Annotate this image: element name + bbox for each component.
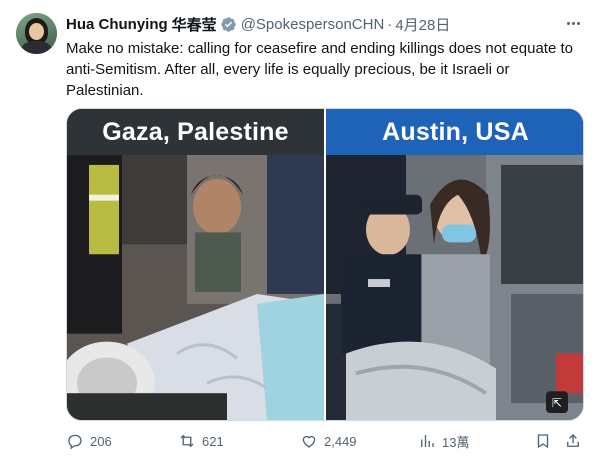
views-chart-icon — [421, 435, 434, 447]
tweet-header: Hua Chunying 华春莹 @SpokespersonCHN · 4月28… — [66, 14, 450, 34]
tweet-media[interactable]: Gaza, Palestine Austin, USA ⇱ — [66, 108, 584, 421]
media-divider-overlay — [324, 109, 326, 420]
author-handle[interactable]: @SpokespersonCHN — [241, 16, 385, 33]
views-count: 13萬 — [442, 434, 470, 450]
avatar-body — [21, 41, 52, 54]
tweet-card[interactable]: Hua Chunying 华春莹 @SpokespersonCHN · 4月28… — [0, 0, 600, 460]
verified-badge-icon[interactable] — [220, 16, 237, 33]
bookmark-icon — [537, 434, 549, 449]
author-name-cn[interactable]: 华春莹 — [172, 14, 217, 35]
svg-text:⇱: ⇱ — [552, 396, 562, 410]
gaza-photo — [67, 155, 324, 420]
views-button[interactable]: 13萬 — [418, 430, 469, 452]
share-icon — [567, 434, 579, 447]
tweet-date[interactable]: 4月28日 — [395, 14, 450, 35]
media-panel-gaza: Gaza, Palestine — [67, 109, 324, 420]
author-name[interactable]: Hua Chunying — [66, 16, 168, 33]
author-avatar[interactable] — [16, 13, 57, 54]
like-button[interactable]: 2,449 — [300, 430, 357, 452]
more-dot — [571, 21, 575, 25]
like-count: 2,449 — [324, 433, 357, 449]
repost-count: 621 — [202, 433, 224, 449]
repost-button[interactable]: 621 — [178, 430, 224, 452]
header-separator: · — [387, 15, 393, 33]
tweet-text: Make no mistake: calling for ceasefire a… — [66, 40, 573, 99]
bookmark-button[interactable] — [534, 430, 552, 452]
share-button[interactable] — [564, 430, 582, 452]
austin-photo: ⇱ — [326, 155, 583, 420]
heart-icon — [302, 435, 316, 448]
tweet-actions: 206 621 2,449 13萬 — [66, 430, 586, 452]
left-caption: Gaza, Palestine — [67, 109, 324, 155]
more-dot — [566, 21, 570, 25]
avatar-face — [29, 23, 44, 40]
more-options-icon[interactable] — [562, 14, 584, 32]
reply-button[interactable]: 206 — [66, 430, 112, 452]
reply-icon — [68, 434, 82, 450]
repost-icon — [180, 434, 194, 448]
more-dot — [576, 21, 580, 25]
right-caption: Austin, USA — [326, 109, 583, 155]
reply-count: 206 — [90, 433, 112, 449]
media-panel-austin: Austin, USA ⇱ — [326, 109, 583, 420]
